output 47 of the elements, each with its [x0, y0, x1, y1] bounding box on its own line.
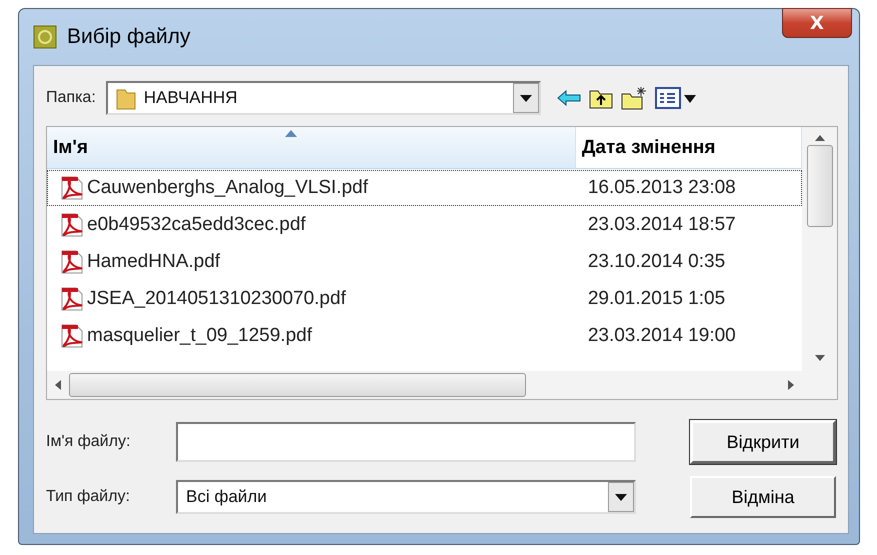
caret-icon [615, 494, 627, 500]
modified-date: 23.03.2014 18:57 [586, 214, 737, 236]
file-name: HamedHNA.pdf [87, 251, 220, 273]
scrollbar-thumb[interactable] [69, 373, 526, 397]
folder-dropdown[interactable]: НАВЧАННЯ [106, 81, 541, 115]
window-title: Вибір файлу [67, 25, 190, 49]
file-row[interactable]: masquelier_t_09_1259.pdf 23.03.2014 19:00 [47, 318, 802, 354]
file-row[interactable]: HamedHNA.pdf 23.10.2014 0:35 [47, 244, 802, 280]
scroll-up-icon[interactable] [814, 135, 824, 141]
file-name: masquelier_t_09_1259.pdf [87, 325, 312, 347]
pdf-icon [59, 212, 85, 238]
file-name: JSEA_2014051310230070.pdf [87, 288, 346, 310]
scroll-right-icon[interactable] [788, 380, 794, 390]
modified-date: 29.01.2015 1:05 [586, 288, 726, 310]
modified-date: 23.10.2014 0:35 [586, 251, 726, 273]
close-button[interactable]: X [782, 8, 852, 38]
caret-icon [520, 94, 532, 102]
open-button[interactable]: Відкрити [690, 420, 836, 464]
file-type-dropdown[interactable]: Всі файли [176, 480, 636, 514]
sort-arrow-icon [285, 130, 297, 137]
column-header[interactable]: Дата змінення [576, 127, 802, 169]
view-menu-icon[interactable] [654, 87, 697, 109]
new-folder-icon[interactable] [620, 86, 647, 110]
pdf-icon [59, 286, 85, 312]
file-name-label: Ім'я файлу: [46, 433, 132, 451]
dropdown-button[interactable] [512, 83, 539, 113]
back-icon[interactable] [556, 90, 581, 106]
modified-date: 16.05.2013 23:08 [586, 177, 737, 199]
pdf-icon [59, 175, 85, 201]
file-name: e0b49532ca5edd3cec.pdf [87, 214, 306, 236]
scrollbar-thumb[interactable] [806, 145, 832, 227]
file-row[interactable]: Cauwenberghs_Analog_VLSI.pdf 16.05.2013 23:08 [47, 170, 802, 206]
cancel-button[interactable]: Відміна [690, 476, 836, 518]
file-name: Cauwenberghs_Analog_VLSI.pdf [87, 177, 368, 199]
scroll-left-icon[interactable] [55, 380, 61, 390]
column-header[interactable]: Ім'я [47, 127, 576, 169]
file-row[interactable]: e0b49532ca5edd3cec.pdf 23.03.2014 18:57 [47, 207, 802, 243]
pdf-icon [59, 323, 85, 349]
pdf-icon [59, 249, 85, 275]
scroll-down-icon[interactable] [814, 355, 824, 361]
modified-date: 23.03.2014 19:00 [586, 325, 737, 347]
file-type-label: Тип файлу: [46, 488, 131, 506]
folder-label: Папка: [46, 89, 96, 107]
dropdown-button[interactable] [608, 482, 634, 512]
app-icon [33, 25, 57, 49]
file-name-field[interactable] [176, 422, 636, 462]
file-row[interactable]: JSEA_2014051310230070.pdf 29.01.2015 1:05 [47, 281, 802, 317]
